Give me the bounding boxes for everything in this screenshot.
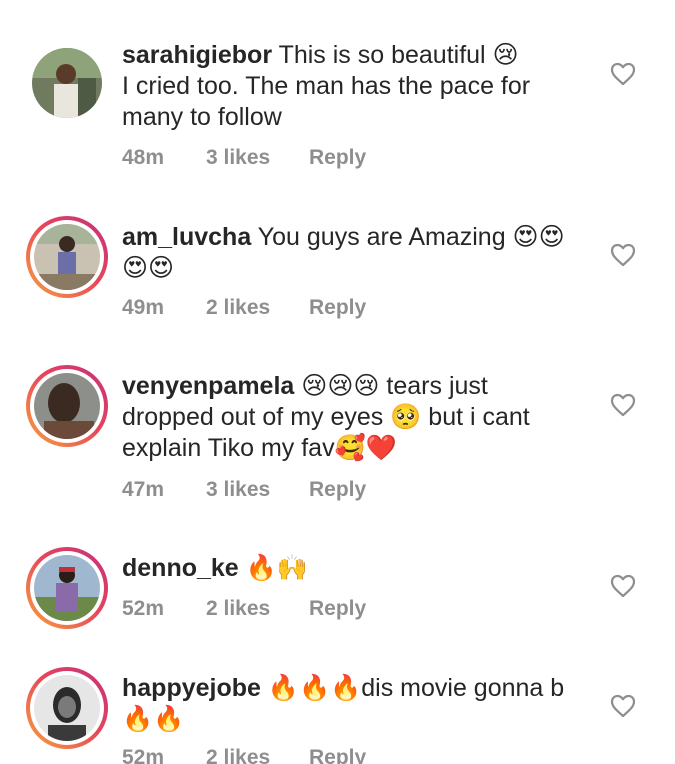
comment-meta: 52m 2 likes Reply bbox=[122, 597, 366, 621]
avatar-photo bbox=[34, 675, 100, 741]
heart-outline-icon[interactable] bbox=[610, 62, 636, 86]
comment-body-line: 🔥🙌 bbox=[245, 554, 308, 582]
avatar[interactable] bbox=[26, 365, 108, 447]
comment-likes[interactable]: 2 likes bbox=[206, 746, 309, 764]
comment-meta: 49m 2 likes Reply bbox=[122, 296, 366, 320]
comment-body-line: 😍😍 bbox=[122, 254, 175, 282]
reply-button[interactable]: Reply bbox=[309, 146, 366, 170]
comment-time: 47m bbox=[122, 478, 165, 501]
comment-likes[interactable]: 3 likes bbox=[206, 478, 309, 502]
comment-body-line: many to follow bbox=[122, 103, 282, 131]
comment-meta: 48m 3 likes Reply bbox=[122, 146, 366, 170]
avatar[interactable] bbox=[26, 547, 108, 629]
avatar-photo bbox=[32, 48, 102, 118]
reply-button[interactable]: Reply bbox=[309, 296, 366, 320]
comment-meta: 47m 3 likes Reply bbox=[122, 478, 366, 502]
comment-body-line: You guys are Amazing 😍😍 bbox=[257, 223, 565, 251]
reply-button[interactable]: Reply bbox=[309, 597, 366, 621]
comment-time: 48m bbox=[122, 146, 165, 169]
comment-body-line: This is so beautiful 😢 bbox=[278, 41, 519, 69]
heart-outline-icon[interactable] bbox=[610, 243, 636, 267]
heart-outline-icon[interactable] bbox=[610, 393, 636, 417]
avatar-photo bbox=[34, 373, 100, 439]
avatar[interactable] bbox=[26, 42, 108, 124]
comment-username[interactable]: am_luvcha bbox=[122, 223, 251, 251]
comment-text: denno_ke 🔥🙌 bbox=[122, 553, 592, 584]
comment-text: am_luvcha You guys are Amazing 😍😍 😍😍 bbox=[122, 222, 592, 284]
comment-body-line: 😢😢😢 tears just bbox=[301, 372, 488, 400]
comment-text: sarahigiebor This is so beautiful 😢 I cr… bbox=[122, 40, 592, 133]
comment-text: venyenpamela 😢😢😢 tears just dropped out … bbox=[122, 371, 592, 464]
comment-text: happyejobe 🔥🔥🔥dis movie gonna b 🔥🔥 bbox=[122, 673, 592, 735]
reply-button[interactable]: Reply bbox=[309, 478, 366, 502]
comment-time: 49m bbox=[122, 296, 165, 319]
avatar[interactable] bbox=[26, 667, 108, 749]
comment-likes[interactable]: 3 likes bbox=[206, 146, 309, 170]
reply-button[interactable]: Reply bbox=[309, 746, 366, 764]
comment-body-line: dropped out of my eyes 🥺 but i cant bbox=[122, 403, 530, 431]
heart-outline-icon[interactable] bbox=[610, 574, 636, 598]
heart-outline-icon[interactable] bbox=[610, 694, 636, 718]
avatar[interactable] bbox=[26, 216, 108, 298]
comment-time: 52m bbox=[122, 746, 165, 764]
comment-likes[interactable]: 2 likes bbox=[206, 597, 309, 621]
comment-body-line: I cried too. The man has the pace for bbox=[122, 72, 531, 100]
comment-likes[interactable]: 2 likes bbox=[206, 296, 309, 320]
comment-body-line: 🔥🔥🔥dis movie gonna b bbox=[267, 674, 565, 702]
avatar-photo bbox=[34, 224, 100, 290]
avatar-photo bbox=[34, 555, 100, 621]
comment-username[interactable]: denno_ke bbox=[122, 554, 239, 582]
comment-body-line: explain Tiko my fav🥰❤️ bbox=[122, 434, 397, 462]
comment-body-line: 🔥🔥 bbox=[122, 705, 185, 733]
comment-username[interactable]: sarahigiebor bbox=[122, 41, 272, 69]
comment-username[interactable]: venyenpamela bbox=[122, 372, 294, 400]
comment-username[interactable]: happyejobe bbox=[122, 674, 261, 702]
comment-time: 52m bbox=[122, 597, 165, 620]
comment-meta: 52m 2 likes Reply bbox=[122, 746, 366, 764]
